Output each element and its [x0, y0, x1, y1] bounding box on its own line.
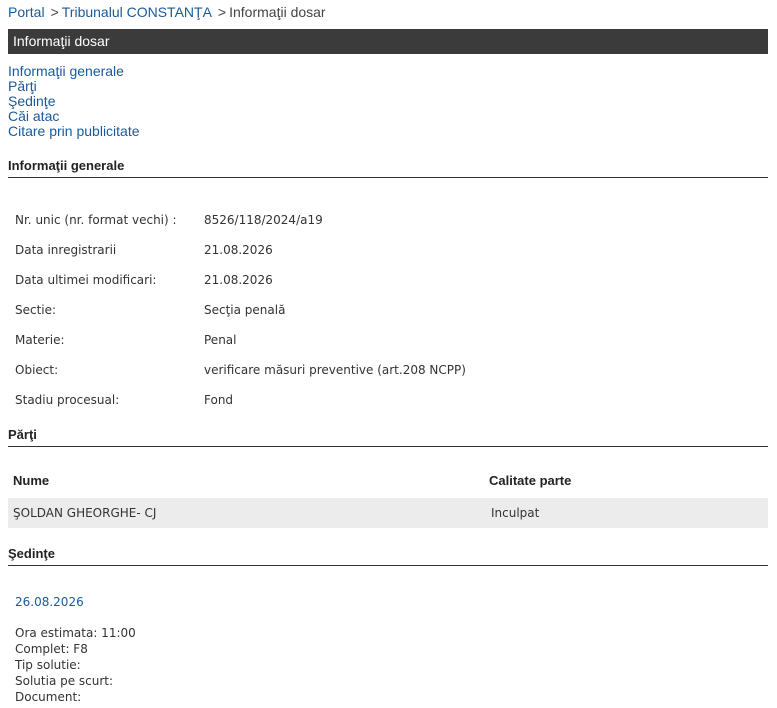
info-value: Fond	[204, 393, 234, 407]
table-row: ŞOLDAN GHEORGHE- CJ Inculpat	[8, 498, 768, 528]
column-header-name: Nume	[13, 473, 50, 488]
info-row-registration-date: Data inregistrarii 21.08.2026	[15, 235, 615, 265]
column-header-role: Calitate parte	[489, 473, 572, 488]
info-label: Stadiu procesual:	[15, 393, 120, 407]
breadcrumb: Portal > Tribunalul CONSTANŢA > Informaţii d…	[8, 4, 326, 20]
info-row-case-number: Nr. unic (nr. format vechi) : 8526/118/2…	[15, 205, 615, 235]
info-row-section: Sectie: Secţia penală	[15, 295, 615, 325]
nav-link-parties[interactable]: Părţi	[8, 79, 140, 94]
section-nav: Informaţii generale Părţi Şedinţe Căi at…	[8, 64, 140, 139]
nav-link-public-summons[interactable]: Citare prin publicitate	[8, 124, 140, 139]
parties-table-header: Nume Calitate parte	[8, 466, 768, 496]
info-row-object: Obiect: verificare măsuri preventive (ar…	[15, 355, 615, 385]
info-value: 21.08.2026	[204, 243, 273, 257]
info-row-last-modified: Data ultimei modificari: 21.08.2026	[15, 265, 615, 295]
breadcrumb-separator: >	[50, 4, 59, 20]
party-name: ŞOLDAN GHEORGHE- CJ	[13, 506, 157, 520]
info-row-matter: Materie: Penal	[15, 325, 615, 355]
hearing-panel: Complet: F8	[15, 642, 88, 656]
page-title: Informaţii dosar	[13, 33, 110, 49]
breadcrumb-separator: >	[217, 4, 227, 20]
info-label: Data ultimei modificari:	[15, 273, 157, 287]
hearing-solution-type: Tip solutie:	[15, 658, 81, 672]
info-label: Sectie:	[15, 303, 57, 317]
info-label: Nr. unic (nr. format vechi) :	[15, 213, 177, 227]
nav-link-general-info[interactable]: Informaţii generale	[8, 64, 140, 79]
hearing-estimated-time: Ora estimata: 11:00	[15, 626, 136, 640]
hearing-solution-summary: Solutia pe scurt:	[15, 674, 114, 688]
breadcrumb-portal-link[interactable]: Portal	[8, 4, 45, 20]
info-value: Secţia penală	[204, 303, 286, 317]
hearing-details: Ora estimata: 11:00 Complet: F8 Tip solu…	[15, 625, 136, 705]
breadcrumb-court-link[interactable]: Tribunalul CONSTANŢA	[62, 4, 212, 20]
hearing-document: Document:	[15, 690, 82, 704]
info-label: Materie:	[15, 333, 65, 347]
info-value: 8526/118/2024/a19	[204, 213, 323, 227]
info-value: 21.08.2026	[204, 273, 273, 287]
info-value: Penal	[204, 333, 237, 347]
info-label: Data inregistrarii	[15, 243, 117, 257]
hearing-date: 26.08.2026	[15, 595, 84, 609]
info-value: verificare măsuri preventive (art.208 NC…	[204, 363, 466, 377]
info-row-procedural-stage: Stadiu procesual: Fond	[15, 385, 615, 415]
section-title-general-info: Informaţii generale	[8, 158, 768, 178]
general-info-table: Nr. unic (nr. format vechi) : 8526/118/2…	[15, 205, 615, 415]
section-title-hearings: Şedinţe	[8, 546, 768, 566]
page-title-bar: Informaţii dosar	[8, 29, 768, 54]
section-title-parties: Părţi	[8, 427, 768, 447]
info-label: Obiect:	[15, 363, 59, 377]
nav-link-appeals[interactable]: Căi atac	[8, 109, 140, 124]
party-role: Inculpat	[491, 506, 540, 520]
breadcrumb-current: Informaţii dosar	[229, 4, 326, 20]
nav-link-hearings[interactable]: Şedinţe	[8, 94, 140, 109]
